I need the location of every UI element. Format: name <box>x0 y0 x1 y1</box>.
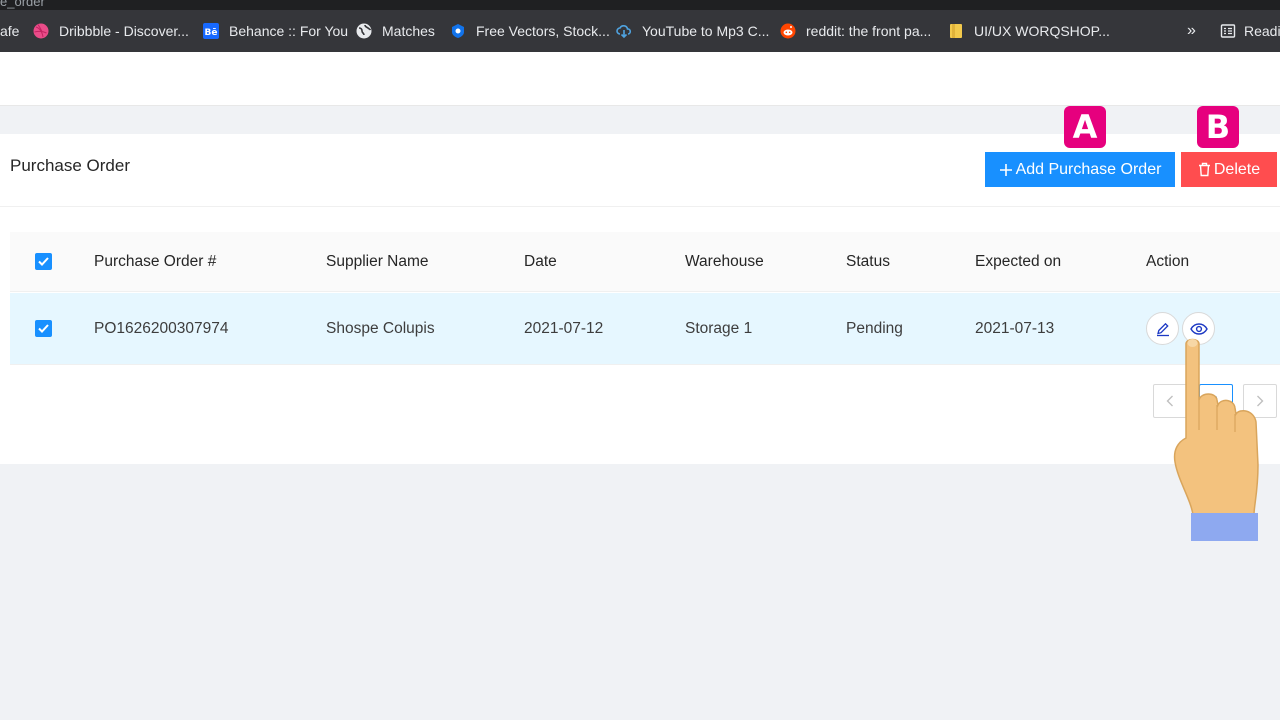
cell-date: 2021-07-12 <box>524 319 604 337</box>
plus-icon <box>999 163 1013 177</box>
bookmark-label: reddit: the front pa... <box>806 23 932 39</box>
cell-expected: 2021-07-13 <box>975 319 1055 337</box>
column-header-warehouse[interactable]: Warehouse <box>685 232 764 291</box>
cell-status: Pending <box>846 319 903 337</box>
behance-icon: Bē <box>203 23 219 39</box>
cloud-download-icon <box>616 23 632 39</box>
add-purchase-order-button[interactable]: Add Purchase Order <box>985 152 1175 187</box>
cell-supplier: Shospe Colupis <box>326 319 435 337</box>
bookmark-label: YouTube to Mp3 C... <box>642 23 770 39</box>
reading-list-icon <box>1220 23 1236 39</box>
dribbble-icon <box>33 23 49 39</box>
bookmark-dribbble[interactable]: Dribbble - Discover... <box>33 10 189 52</box>
bookmark-youtube-mp3[interactable]: YouTube to Mp3 C... <box>616 10 769 52</box>
row-checkbox[interactable] <box>35 293 52 364</box>
annotation-badge-b: B <box>1197 106 1239 148</box>
column-header-status[interactable]: Status <box>846 232 890 291</box>
svg-text:Bē: Bē <box>205 28 218 38</box>
page-title: Purchase Order <box>10 156 130 175</box>
bookmarks-more-icon[interactable]: » <box>1187 10 1196 52</box>
reddit-icon <box>780 23 796 39</box>
bookmark-label: Dribbble - Discover... <box>59 23 189 39</box>
cell-warehouse: Storage 1 <box>685 319 753 337</box>
annotation-badge-a: A <box>1064 106 1106 148</box>
pointing-hand-icon <box>1173 338 1259 541</box>
bookmark-freepik[interactable]: Free Vectors, Stock... <box>450 10 610 52</box>
column-header-date[interactable]: Date <box>524 232 557 291</box>
column-header-po[interactable]: Purchase Order # <box>94 232 216 291</box>
bookmarks-bar: afe Dribbble - Discover... Bē Behance ::… <box>0 10 1280 52</box>
column-header-expected[interactable]: Expected on <box>975 232 1061 291</box>
checkbox-checked-icon <box>35 320 52 337</box>
bookmark-label: Behance :: For You <box>229 23 349 39</box>
freepik-icon <box>450 23 466 39</box>
reading-list[interactable]: Readi <box>1220 10 1280 52</box>
add-purchase-order-label: Add Purchase Order <box>1015 160 1162 178</box>
column-header-action: Action <box>1146 252 1190 270</box>
table-header: Purchase Order # Supplier Name Date Ware… <box>10 232 1280 292</box>
bookmark-label: UI/UX WORQSHOP... <box>974 23 1110 39</box>
checkbox-checked-icon <box>35 253 52 270</box>
trash-icon <box>1198 162 1211 177</box>
bookmark-folder-uiux[interactable]: UI/UX WORQSHOP... <box>948 10 1110 52</box>
bookmark-label: afe <box>0 23 20 39</box>
delete-button[interactable]: Delete <box>1181 152 1277 187</box>
bookmark-label: Matches <box>382 23 435 39</box>
bookmark-behance[interactable]: Bē Behance :: For You <box>203 10 348 52</box>
app-header <box>0 52 1280 106</box>
table-row[interactable]: PO1626200307974 Shospe Colupis 2021-07-1… <box>10 293 1280 365</box>
url-fragment: e_order <box>0 0 45 9</box>
select-all-checkbox[interactable] <box>35 232 52 291</box>
browser-url-strip: e_order <box>0 0 1280 10</box>
globe-icon <box>356 23 372 39</box>
bookmark-reddit[interactable]: reddit: the front pa... <box>780 10 931 52</box>
delete-label: Delete <box>1213 160 1261 178</box>
reading-list-label: Readi <box>1244 23 1280 39</box>
bookmark-matches[interactable]: Matches <box>356 10 435 52</box>
bookmark-cafe[interactable]: afe <box>0 10 19 52</box>
folder-icon <box>948 23 964 39</box>
purchase-order-card: Purchase Order Add Purchase Order Delete… <box>0 134 1280 464</box>
cell-po-number: PO1626200307974 <box>94 319 229 337</box>
bookmark-label: Free Vectors, Stock... <box>476 23 610 39</box>
column-header-supplier[interactable]: Supplier Name <box>326 232 429 291</box>
